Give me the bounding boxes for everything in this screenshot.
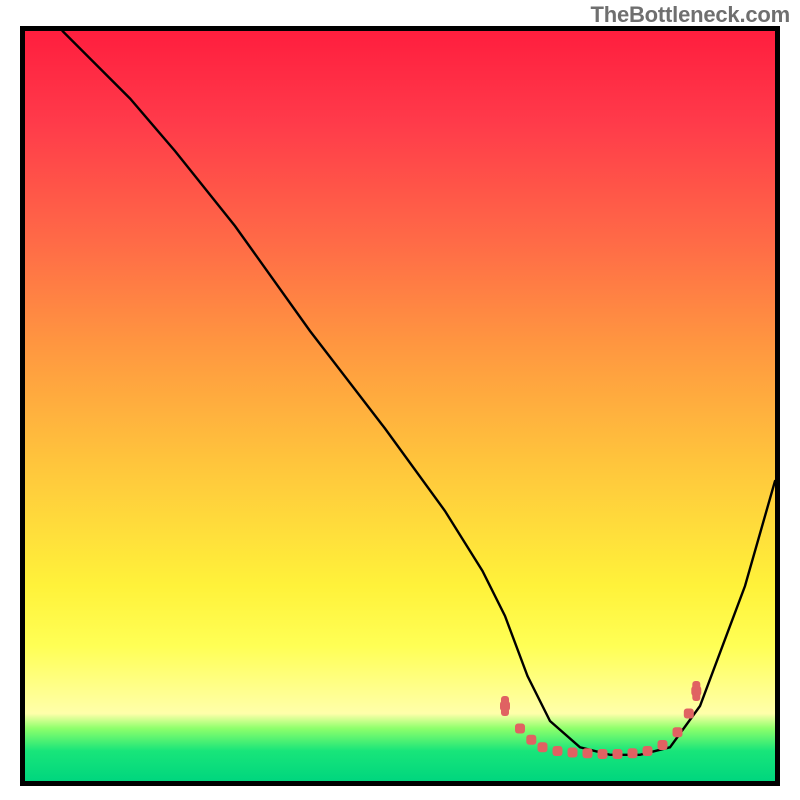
curve-overlay — [25, 31, 775, 781]
plot-frame — [20, 26, 780, 786]
flat-marker — [568, 748, 578, 758]
flat-marker-end — [692, 681, 700, 701]
flat-marker — [553, 746, 563, 756]
flat-marker — [515, 724, 525, 734]
flat-marker-end — [501, 696, 509, 716]
flat-marker — [628, 748, 638, 758]
flat-marker — [658, 740, 668, 750]
flat-marker — [673, 727, 683, 737]
flat-marker — [583, 748, 593, 758]
flat-marker — [598, 749, 608, 759]
flat-marker — [526, 735, 536, 745]
flat-marker — [684, 709, 694, 719]
flat-marker — [613, 749, 623, 759]
bottleneck-curve — [63, 31, 776, 755]
flat-marker — [538, 742, 548, 752]
flat-marker — [643, 746, 653, 756]
chart-stage: TheBottleneck.com — [0, 0, 800, 800]
watermark-text: TheBottleneck.com — [590, 2, 790, 28]
